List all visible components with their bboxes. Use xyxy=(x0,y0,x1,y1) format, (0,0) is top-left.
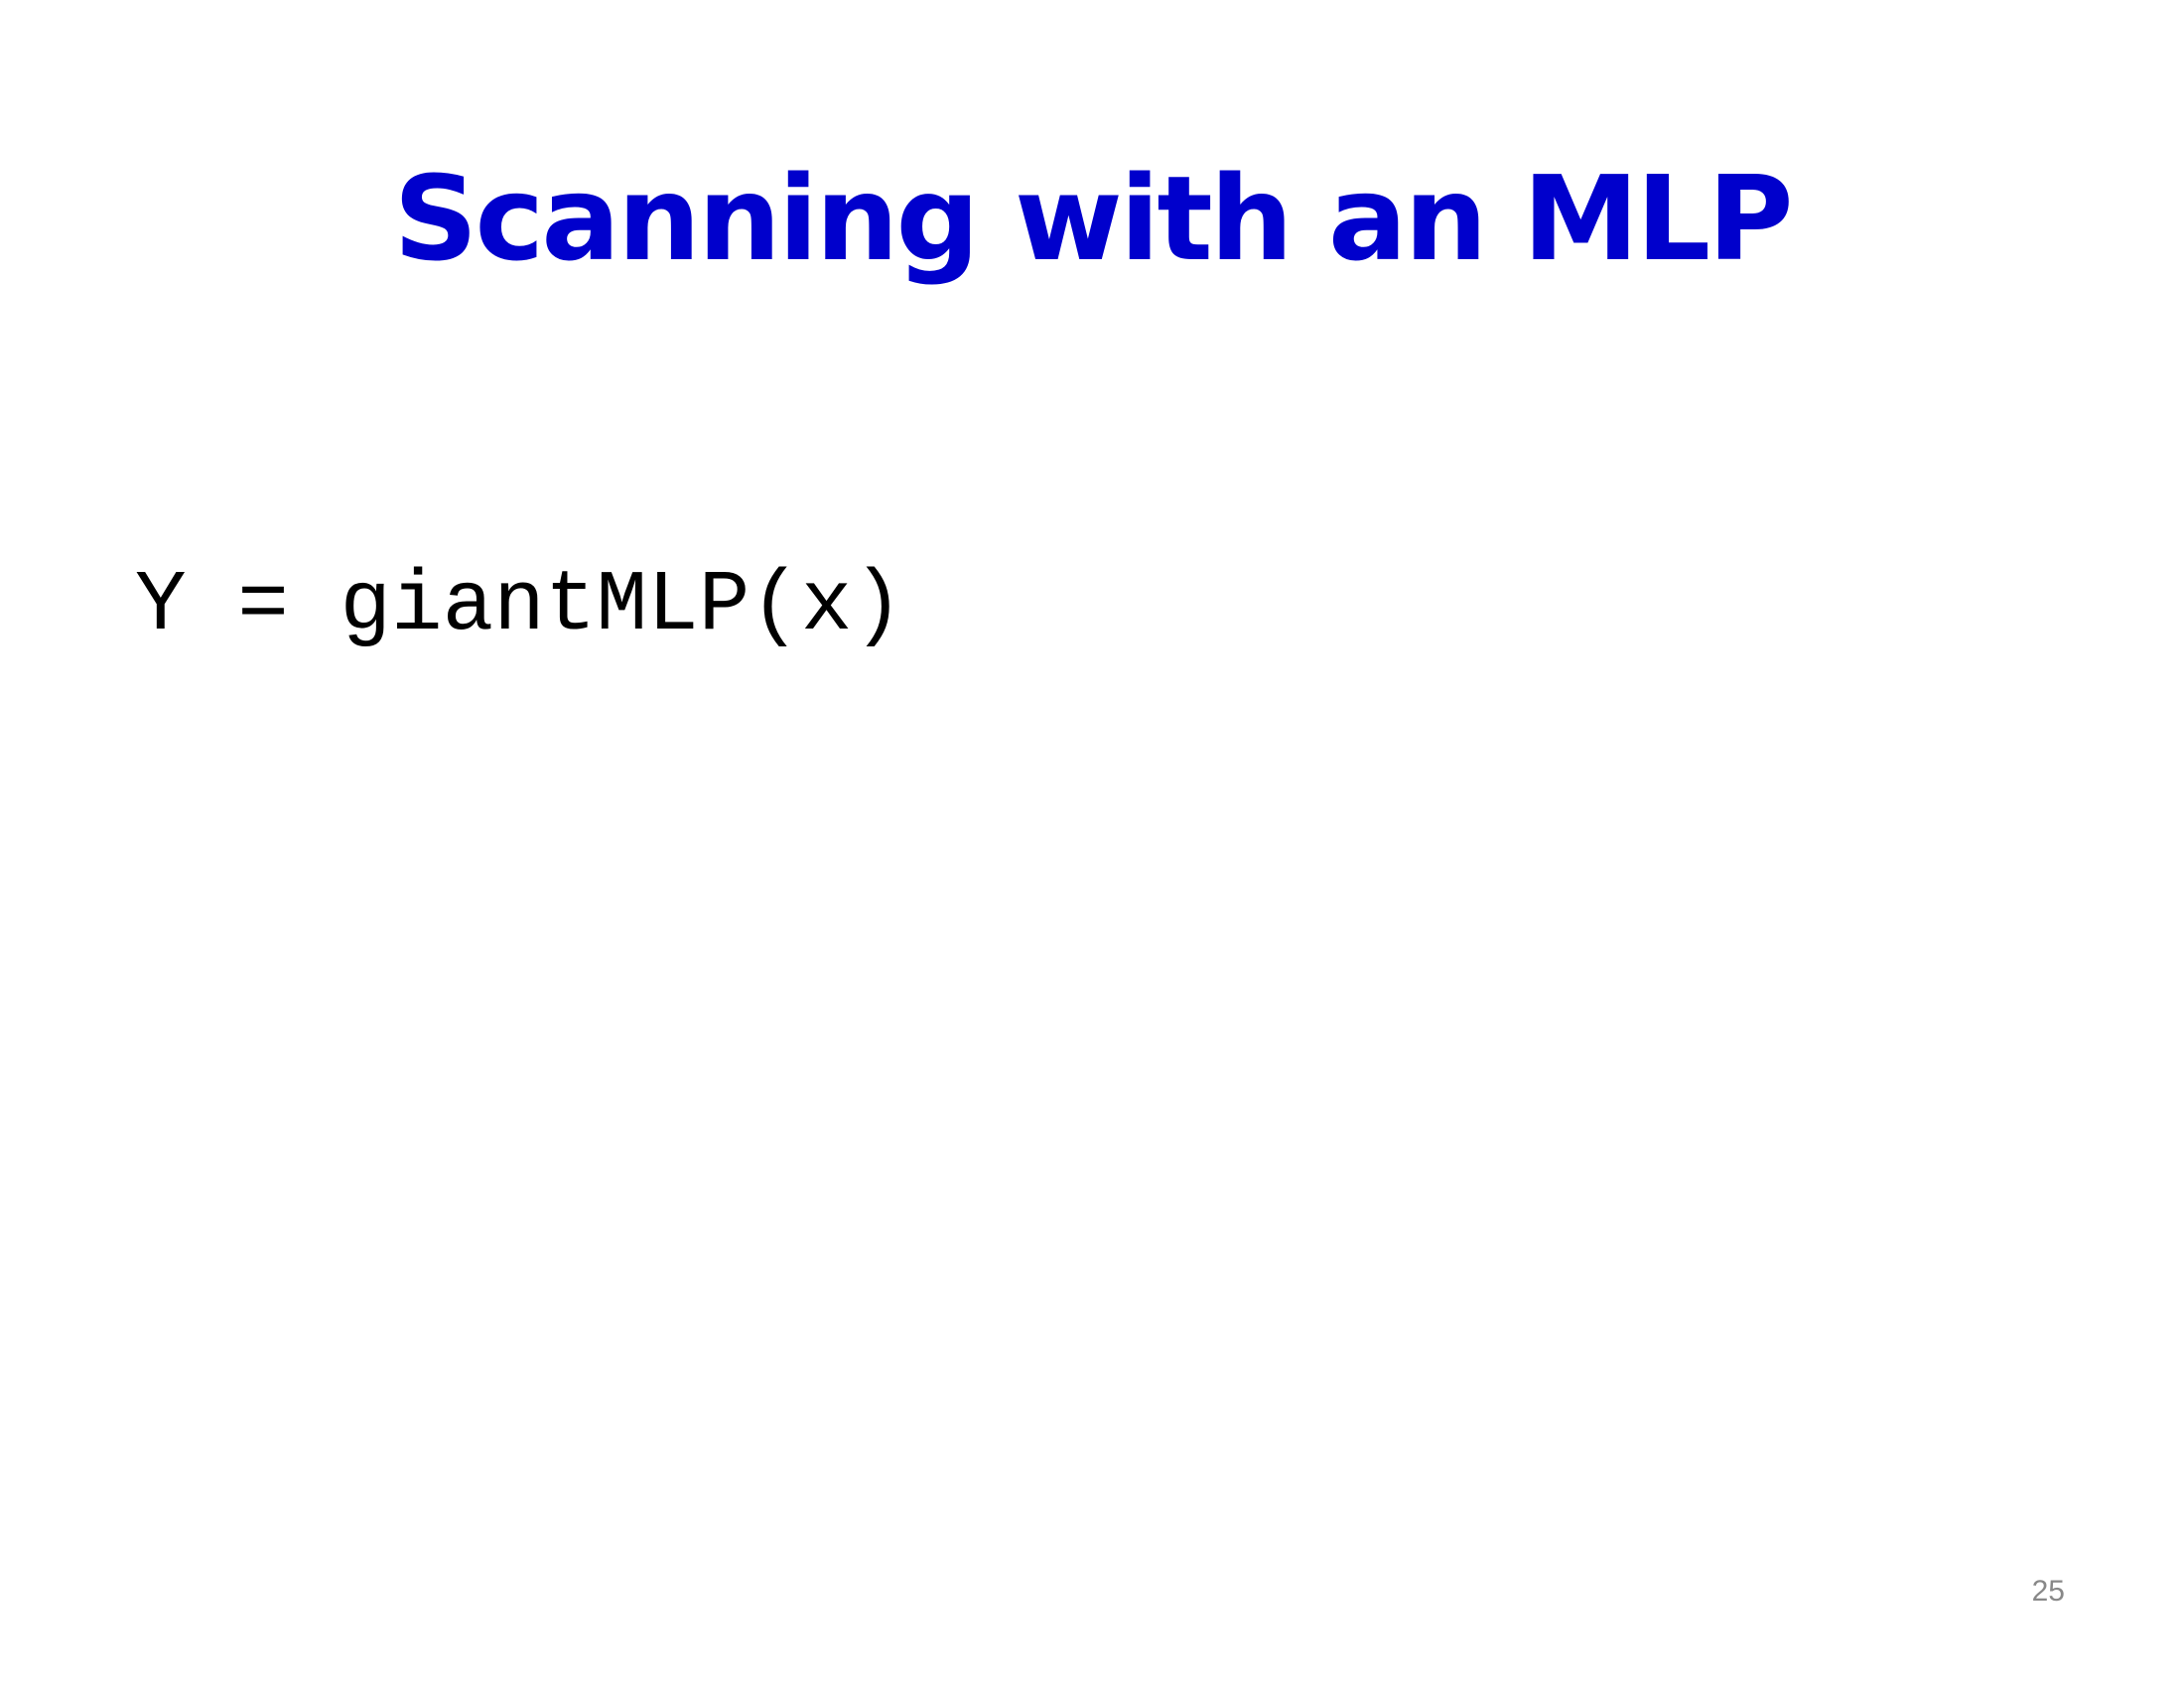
slide-title: Scanning with an MLP xyxy=(393,150,1793,287)
page-number: 25 xyxy=(2031,1575,2065,1608)
code-line: Y = giantMLP(x) xyxy=(135,557,904,654)
slide: Scanning with an MLP Y = giantMLP(x) 25 xyxy=(0,0,2184,1688)
